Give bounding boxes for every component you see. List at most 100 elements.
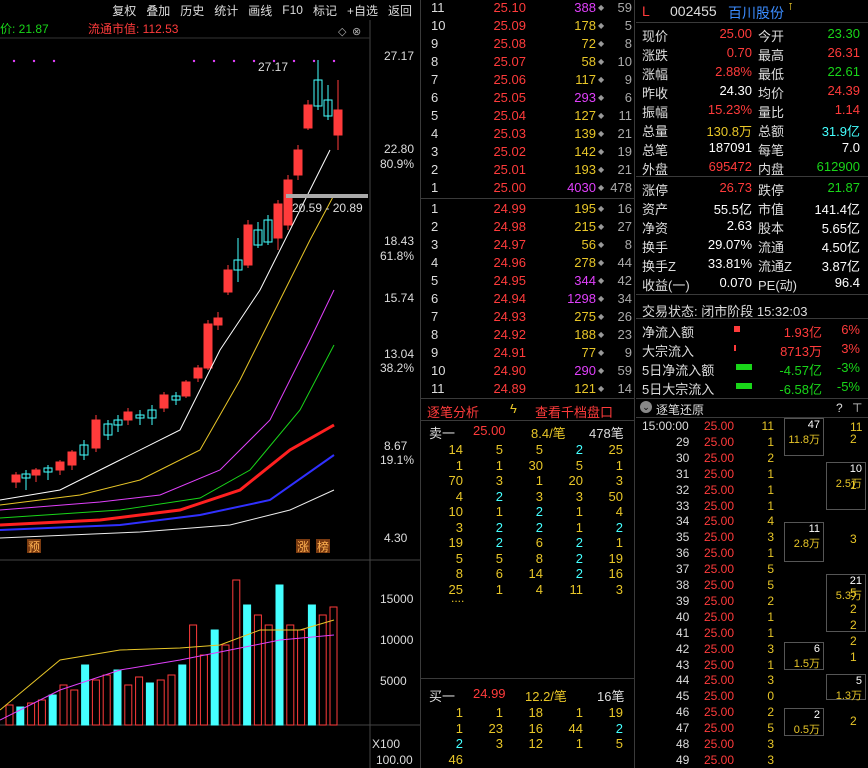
level-price: 25.07 bbox=[493, 54, 526, 69]
asks-level-row[interactable]: 9 25.08 72 ◆ 8 bbox=[421, 35, 634, 53]
volume-bar bbox=[91, 679, 100, 726]
trade-row: 34 25.00 4 bbox=[636, 513, 786, 529]
bids-level-row[interactable]: 6 24.94 1298 ◆ 34 bbox=[421, 290, 634, 308]
trade-price: 25.00 bbox=[704, 609, 735, 624]
tick-volume: 2 bbox=[535, 519, 543, 535]
stat-row: 昨收 24.30 均价 24.39 bbox=[636, 81, 868, 101]
bids-level-row[interactable]: 1 24.99 195 ◆ 16 bbox=[421, 200, 634, 218]
tick-row: 1 23 16 44 2 bbox=[421, 720, 634, 736]
close-icon[interactable]: ⊗ bbox=[352, 26, 361, 38]
trade-row: 32 25.00 1 bbox=[636, 482, 786, 498]
volume-bar bbox=[329, 606, 338, 726]
kline-svg[interactable]: 27.17 22.80 18.43 15.74 13.04 8.67 4.30 80.9% 61… bbox=[0, 20, 420, 768]
diamond-icon[interactable]: ◇ bbox=[338, 26, 347, 38]
right-volume: 2 bbox=[850, 602, 857, 616]
toolbar-item-5[interactable]: F10 bbox=[282, 3, 303, 17]
favorite-icon[interactable]: ⊺ bbox=[788, 2, 793, 13]
tick-volume: 4 bbox=[455, 488, 463, 504]
asks-level-row[interactable]: 10 25.09 178 ◆ 5 bbox=[421, 17, 634, 35]
toolbar-item-2[interactable]: 历史 bbox=[180, 2, 204, 19]
ma-line bbox=[0, 489, 335, 539]
volume-bar bbox=[275, 584, 284, 726]
agg-count: 11 bbox=[808, 523, 820, 535]
bids-level-row[interactable]: 4 24.96 278 ◆ 44 bbox=[421, 254, 634, 272]
trade-price: 25.00 bbox=[704, 514, 735, 529]
trade-price: 25.00 bbox=[704, 434, 735, 449]
tab-tick-analysis[interactable]: 逐笔分析 bbox=[427, 402, 479, 421]
price-tick: 27.17 bbox=[384, 49, 414, 63]
level-count: 21 bbox=[617, 162, 632, 177]
trade-aggregate-box[interactable]: 2 0.5万 bbox=[784, 708, 824, 736]
candle-body bbox=[293, 149, 303, 176]
tick-row: 46 bbox=[421, 751, 634, 767]
asks-level-row[interactable]: 4 25.03 139 ◆ 21 bbox=[421, 125, 634, 143]
kline-chart[interactable]: 27.17 22.80 18.43 15.74 13.04 8.67 4.30 80.9% 61… bbox=[0, 20, 420, 768]
stat-value: 187091 bbox=[708, 140, 752, 155]
level-volume: 56 bbox=[581, 237, 596, 252]
tick-volume: 5 bbox=[495, 442, 503, 457]
bids-level-row[interactable]: 2 24.98 215 ◆ 27 bbox=[421, 218, 634, 236]
stat-value: 0.70 bbox=[726, 45, 752, 60]
marker-dot bbox=[52, 59, 56, 63]
osc-tick: 100.00 bbox=[376, 753, 413, 767]
tab-depth-view[interactable]: 查看千档盘口 bbox=[535, 402, 613, 421]
trade-aggregate-box[interactable]: 47 11.8万 bbox=[784, 418, 824, 456]
trade-aggregate-box[interactable]: 21 5.3万 bbox=[826, 574, 866, 632]
tick-volume: 8 bbox=[455, 566, 463, 581]
trade-aggregate-box[interactable]: 6 1.5万 bbox=[784, 642, 824, 670]
trade-price: 25.00 bbox=[704, 752, 735, 767]
more-dots[interactable]: .... bbox=[451, 591, 464, 605]
toolbar-item-0[interactable]: 复权 bbox=[112, 2, 136, 19]
buy1-avg: 12.2/笔 bbox=[525, 689, 567, 704]
bids-level-row[interactable]: 9 24.91 77 ◆ 9 bbox=[421, 344, 634, 362]
tick-volume: 1 bbox=[455, 720, 463, 736]
level-count: 9 bbox=[624, 72, 632, 87]
toolbar-item-1[interactable]: 叠加 bbox=[146, 2, 170, 19]
tick-volume: 2 bbox=[495, 519, 503, 535]
right-volume: 3 bbox=[850, 532, 857, 546]
asks-level-row[interactable]: 5 25.04 127 ◆ 11 bbox=[421, 107, 634, 125]
bids-level-row[interactable]: 3 24.97 56 ◆ 8 bbox=[421, 236, 634, 254]
asks-level-row[interactable]: 6 25.05 293 ◆ 6 bbox=[421, 89, 634, 107]
stat-value: 24.39 bbox=[827, 83, 860, 98]
quote-stats: L 002455 百川股份 ⊺ 交易状态: 闭市阶段 15:32:03 现价 25… bbox=[636, 0, 868, 398]
level-num: 7 bbox=[431, 309, 439, 324]
bids-level-row[interactable]: 8 24.92 188 ◆ 23 bbox=[421, 326, 634, 344]
asks-level-row[interactable]: 3 25.02 142 ◆ 19 bbox=[421, 143, 634, 161]
ma-line bbox=[0, 149, 331, 501]
right-volume: 1 bbox=[850, 650, 857, 664]
toolbar-item-8[interactable]: 返回 bbox=[388, 2, 412, 19]
tick-volume: 16 bbox=[528, 720, 543, 736]
asks-level-row[interactable]: 11 25.10 388 ◆ 59 bbox=[421, 0, 634, 17]
trade-volume: 1 bbox=[767, 434, 774, 449]
help-icon[interactable]: ? bbox=[836, 401, 843, 415]
level-volume: 195 bbox=[574, 201, 596, 216]
flow-value: -6.58亿 bbox=[779, 382, 822, 397]
agg-count: 6 bbox=[813, 643, 820, 655]
toolbar-item-7[interactable]: +自选 bbox=[347, 2, 378, 19]
stat-label: 外盘 bbox=[642, 162, 669, 177]
bids-level-row[interactable]: 5 24.95 344 ◆ 42 bbox=[421, 272, 634, 290]
trade-aggregate-box[interactable]: 11 2.8万 bbox=[784, 522, 824, 562]
toolbar-item-6[interactable]: 标记 bbox=[313, 2, 337, 19]
collapse-icon[interactable]: ⌄ bbox=[640, 401, 652, 413]
toolbar-item-3[interactable]: 统计 bbox=[214, 2, 238, 19]
asks-level-row[interactable]: 7 25.06 117 ◆ 9 bbox=[421, 71, 634, 89]
trade-aggregate-box[interactable]: 5 1.3万 bbox=[826, 674, 866, 702]
toolbar-item-4[interactable]: 画线 bbox=[248, 2, 272, 19]
trade-time: 48 bbox=[676, 737, 690, 751]
menu-icon[interactable]: ⊤ bbox=[852, 401, 862, 415]
bids-level-row[interactable]: 7 24.93 275 ◆ 26 bbox=[421, 308, 634, 326]
tick-volume: 12 bbox=[528, 736, 543, 751]
trade-volume: 2 bbox=[767, 705, 774, 720]
asks-level-row[interactable]: 1 25.00 4030 ◆ 478 bbox=[421, 179, 634, 197]
trade-row: 30 25.00 2 bbox=[636, 450, 786, 466]
bids-level-row[interactable]: 10 24.90 290 ◆ 59 bbox=[421, 362, 634, 380]
asks-level-row[interactable]: 8 25.07 58 ◆ 10 bbox=[421, 53, 634, 71]
stock-name[interactable]: 百川股份 bbox=[728, 3, 784, 23]
trade-aggregate-box[interactable]: 10 2.5万 bbox=[826, 462, 866, 510]
bids-level-row[interactable]: 11 24.89 121 ◆ 14 bbox=[421, 380, 634, 398]
asks-level-row[interactable]: 2 25.01 193 ◆ 21 bbox=[421, 161, 634, 179]
stat-row: 涨跌 0.70 最高 26.31 bbox=[636, 43, 868, 63]
agg-count: 47 bbox=[807, 419, 820, 431]
